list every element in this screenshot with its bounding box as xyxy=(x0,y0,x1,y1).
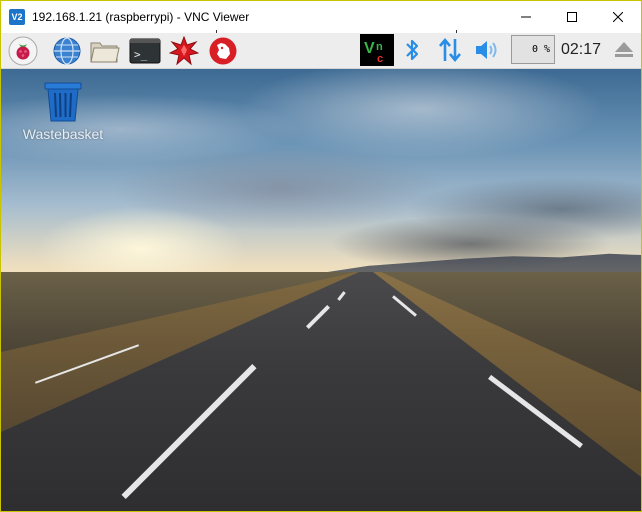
file-manager-folder-icon xyxy=(90,42,120,62)
svg-text:>_: >_ xyxy=(134,48,148,61)
minimize-button[interactable] xyxy=(503,1,549,32)
desktop[interactable]: Wastebasket xyxy=(1,69,641,511)
svg-text:n: n xyxy=(376,41,383,53)
eject-icon xyxy=(615,42,633,57)
wastebasket-label: Wastebasket xyxy=(22,126,104,142)
desktop-icon-wastebasket[interactable]: Wastebasket xyxy=(15,81,111,151)
raspberry-menu-icon xyxy=(8,36,38,65)
bluetooth-tray-button[interactable] xyxy=(398,36,426,64)
minimize-icon xyxy=(521,16,531,17)
vnc-server-icon: V n c xyxy=(364,40,383,65)
close-icon xyxy=(613,11,623,22)
file-manager-launcher[interactable] xyxy=(89,35,121,66)
taskbar-panel: >_ V n c 0 % 02:17 xyxy=(1,33,641,69)
raspberry-menu-button[interactable] xyxy=(7,35,39,66)
wolfram-icon xyxy=(209,37,237,64)
bluetooth-icon xyxy=(406,39,419,61)
title-bar[interactable]: V2 192.168.1.21 (raspberrypi) - VNC View… xyxy=(1,1,641,32)
network-arrows-icon xyxy=(439,37,461,63)
terminal-launcher[interactable]: >_ xyxy=(129,35,161,66)
clock[interactable]: 02:17 xyxy=(561,41,601,59)
wolfram-mathematica-icon xyxy=(169,35,199,65)
maximize-icon xyxy=(567,11,577,22)
svg-text:c: c xyxy=(377,53,383,65)
wastebasket-icon xyxy=(44,82,82,122)
volume-tray-button[interactable] xyxy=(474,36,502,64)
cpu-usage-monitor[interactable]: 0 % xyxy=(511,35,555,64)
close-button[interactable] xyxy=(595,1,641,32)
mathematica-launcher[interactable] xyxy=(168,35,200,66)
eject-tray-button[interactable] xyxy=(610,36,638,64)
window-title: 192.168.1.21 (raspberrypi) - VNC Viewer xyxy=(32,9,250,24)
volume-icon xyxy=(476,41,497,59)
svg-text:V: V xyxy=(364,40,375,57)
vnc-app-icon[interactable]: V2 xyxy=(9,8,25,25)
vnc-server-tray-button[interactable]: V n c xyxy=(360,34,394,66)
web-browser-launcher[interactable] xyxy=(51,35,83,66)
maximize-button[interactable] xyxy=(549,1,595,32)
window-controls xyxy=(503,1,641,32)
vnc-viewer-window: V2 192.168.1.21 (raspberrypi) - VNC View… xyxy=(0,0,642,512)
terminal-icon: >_ xyxy=(129,38,161,63)
web-browser-globe-icon xyxy=(53,36,81,65)
wolfram-launcher[interactable] xyxy=(207,35,239,66)
network-tray-button[interactable] xyxy=(436,36,464,64)
